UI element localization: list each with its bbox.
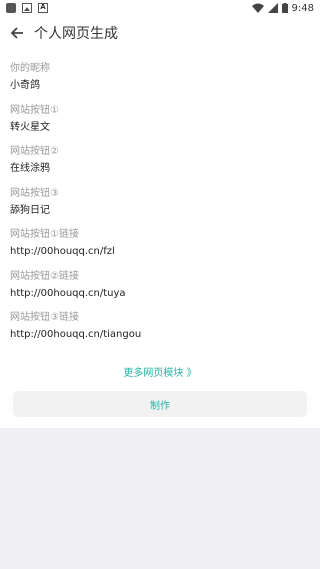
page-title: 个人网页生成 [34, 26, 118, 42]
field-label: 网站按钮③ [10, 188, 59, 199]
button2-field[interactable]: 网站按钮② 在线涂鸦 [10, 146, 310, 175]
field-value[interactable]: 小奇鸽 [10, 80, 310, 92]
field-value[interactable]: 转火星文 [10, 122, 310, 134]
field-label: 网站按钮① [10, 105, 59, 116]
button1-field[interactable]: 网站按钮① 转火星文 [10, 105, 310, 134]
button1-link-field[interactable]: 网站按钮①链接 http://00houqq.cn/fzl [10, 229, 310, 258]
make-button[interactable]: 制作 [13, 391, 307, 417]
status-bar: A 9:48 [0, 0, 320, 16]
signal-icon [267, 3, 278, 13]
screen: A 9:48 个人网页生成 你的昵称 小奇鸽 网站按钮① 转火星文 网站按钮② … [0, 0, 320, 569]
button2-link-field[interactable]: 网站按钮②链接 http://00houqq.cn/tuya [10, 271, 310, 300]
arrow-left-icon [10, 27, 23, 39]
wifi-icon [251, 3, 264, 13]
field-label: 你的昵称 [10, 63, 50, 74]
back-button[interactable] [0, 16, 34, 50]
field-value[interactable]: 在线涂鸦 [10, 163, 310, 175]
button3-link-field[interactable]: 网站按钮③链接 http://00houqq.cn/tiangou [10, 312, 310, 341]
battery-icon [281, 3, 288, 13]
status-time: 9:48 [291, 2, 314, 14]
button3-field[interactable]: 网站按钮③ 舔狗日记 [10, 188, 310, 217]
status-right: 9:48 [251, 2, 314, 14]
app-bar: 个人网页生成 [0, 16, 320, 50]
field-label: 网站按钮③链接 [10, 312, 79, 323]
content-area: A 9:48 个人网页生成 你的昵称 小奇鸽 网站按钮① 转火星文 网站按钮② … [0, 0, 320, 428]
a-icon: A [38, 3, 48, 13]
field-label: 网站按钮② [10, 146, 59, 157]
more-modules-link[interactable]: 更多网页模块 》 [0, 364, 320, 379]
field-value[interactable]: http://00houqq.cn/tiangou [10, 329, 310, 341]
nickname-field[interactable]: 你的昵称 小奇鸽 [10, 63, 310, 92]
square-icon [6, 3, 16, 13]
image-icon [22, 3, 32, 13]
field-value[interactable]: http://00houqq.cn/tuya [10, 288, 310, 300]
field-value[interactable]: http://00houqq.cn/fzl [10, 246, 310, 258]
field-label: 网站按钮②链接 [10, 271, 79, 282]
field-value[interactable]: 舔狗日记 [10, 205, 310, 217]
status-left: A [6, 3, 48, 13]
field-label: 网站按钮①链接 [10, 229, 79, 240]
